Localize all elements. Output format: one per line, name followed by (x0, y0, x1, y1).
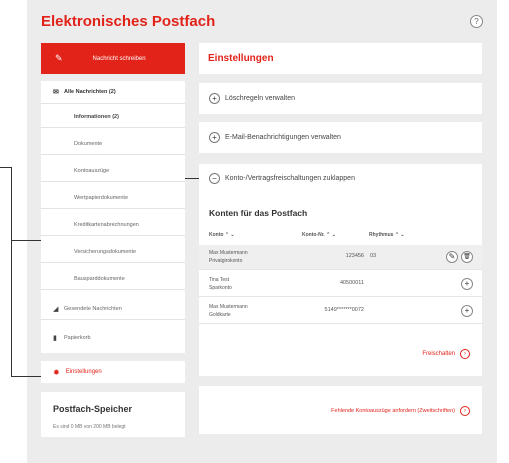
plus-icon: + (209, 132, 220, 143)
callout-line-bottom (11, 376, 43, 377)
plus-icon: + (209, 93, 220, 104)
sidebar-item-bausparddokumente[interactable]: Bausparddokumente (41, 269, 185, 290)
account-name: Tina Test Sparkonto (209, 277, 232, 291)
sidebar-item-kreditkartenabrechnungen[interactable]: Kreditkartenabrechnungen (41, 215, 185, 236)
compose-button[interactable]: ✎ Nachricht schreiben (41, 43, 185, 74)
table-row: Tina Test Sparkonto 40500011 + (199, 272, 482, 297)
account-rhythm: 03 (370, 253, 377, 259)
arrow-right-icon: › (460, 349, 470, 359)
freischalten-link[interactable]: Freischalten › (422, 349, 470, 359)
page-title: Elektronisches Postfach (41, 13, 216, 30)
account-number: 5149*******0072 (324, 307, 364, 313)
order-panel: Fehlende Kontoauszüge anfordern (Zweitsc… (199, 386, 482, 434)
callout-line-vertical (11, 167, 12, 377)
gear-icon: ✹ (53, 367, 60, 377)
compose-icon: ✎ (55, 53, 63, 63)
sidebar-item-dokumente[interactable]: Dokumente (41, 134, 185, 155)
konto-freischaltungen-panel: − Konto-/Vertragsfreischaltungen zuklapp… (199, 164, 482, 376)
main-header: Einstellungen (199, 43, 482, 74)
callout-line-top (0, 167, 12, 168)
trash-icon: ▮ (53, 334, 57, 342)
sidebar-item-versicherungsdokumente[interactable]: Versicherungsdokumente (41, 242, 185, 263)
sidebar-item-alle-nachrichten[interactable]: ✉ Alle Nachrichten (2) (41, 81, 185, 104)
sidebar-item-kontoauszuege[interactable]: Kontoauszüge (41, 161, 185, 182)
accordion-konto-freischaltungen[interactable]: − Konto-/Vertragsfreischaltungen zuklapp… (199, 164, 482, 192)
account-name: Max Mustermann Privatgirokonto (209, 250, 248, 264)
compose-label: Nachricht schreiben (92, 55, 146, 62)
storage-title: Postfach-Speicher (53, 404, 133, 414)
sidebar-item-einstellungen[interactable]: ✹ Einstellungen (41, 361, 185, 383)
minus-icon: − (209, 172, 220, 184)
konten-title: Konten für das Postfach (209, 208, 308, 218)
order-statements-link[interactable]: Fehlende Kontoauszüge anfordern (Zweitsc… (331, 406, 470, 416)
storage-panel: Postfach-Speicher Es sind 0 MB von 200 M… (41, 392, 185, 437)
table-row: Max Mustermann Privatgirokonto 123456 03… (199, 245, 482, 270)
sidebar: ✉ Alle Nachrichten (2) Informationen (2)… (41, 81, 185, 353)
add-icon[interactable]: + (461, 305, 473, 317)
column-header-konto-nr[interactable]: Konto-Nr. ⌃ ⌄ (302, 232, 336, 238)
accordion-label: E-Mail-Benachrichtigungen verwalten (225, 134, 341, 141)
sidebar-item-wertpapierdokumente[interactable]: Wertpapierdokumente (41, 188, 185, 209)
storage-text: Es sind 0 MB von 200 MB belegt (53, 424, 126, 430)
accordion-loeschregeln[interactable]: + Löschregeln verwalten (199, 83, 482, 114)
column-header-konto[interactable]: Konto ⌃ ⌄ (209, 232, 235, 238)
account-number: 40500011 (339, 280, 364, 286)
sidebar-item-papierkorb[interactable]: ▮ Papierkorb (41, 327, 185, 348)
add-icon[interactable]: + (461, 278, 473, 290)
table-row: Max Mustermann Goldkarte 5149*******0072… (199, 299, 482, 324)
help-icon[interactable]: ? (470, 15, 483, 28)
delete-icon[interactable]: 🗑 (461, 251, 473, 263)
sidebar-item-gesendete-nachrichten[interactable]: ◢ Gesendete Nachrichten (41, 299, 185, 320)
edit-icon[interactable]: ✎ (446, 251, 458, 263)
envelope-icon: ✉ (53, 89, 59, 96)
send-icon: ◢ (53, 306, 59, 313)
arrow-right-icon: › (460, 406, 470, 416)
account-name: Max Mustermann Goldkarte (209, 304, 248, 318)
sidebar-item-informationen[interactable]: Informationen (2) (41, 107, 185, 128)
accordion-email-benachrichtigungen[interactable]: + E-Mail-Benachrichtigungen verwalten (199, 122, 482, 153)
column-header-rhythmus[interactable]: Rhythmus ⌃ ⌄ (369, 232, 405, 238)
settings-label: Einstellungen (65, 369, 102, 375)
account-number: 123456 (345, 253, 364, 259)
accordion-label: Löschregeln verwalten (225, 95, 296, 102)
accordion-label: Konto-/Vertragsfreischaltungen zuklappen (225, 174, 355, 182)
